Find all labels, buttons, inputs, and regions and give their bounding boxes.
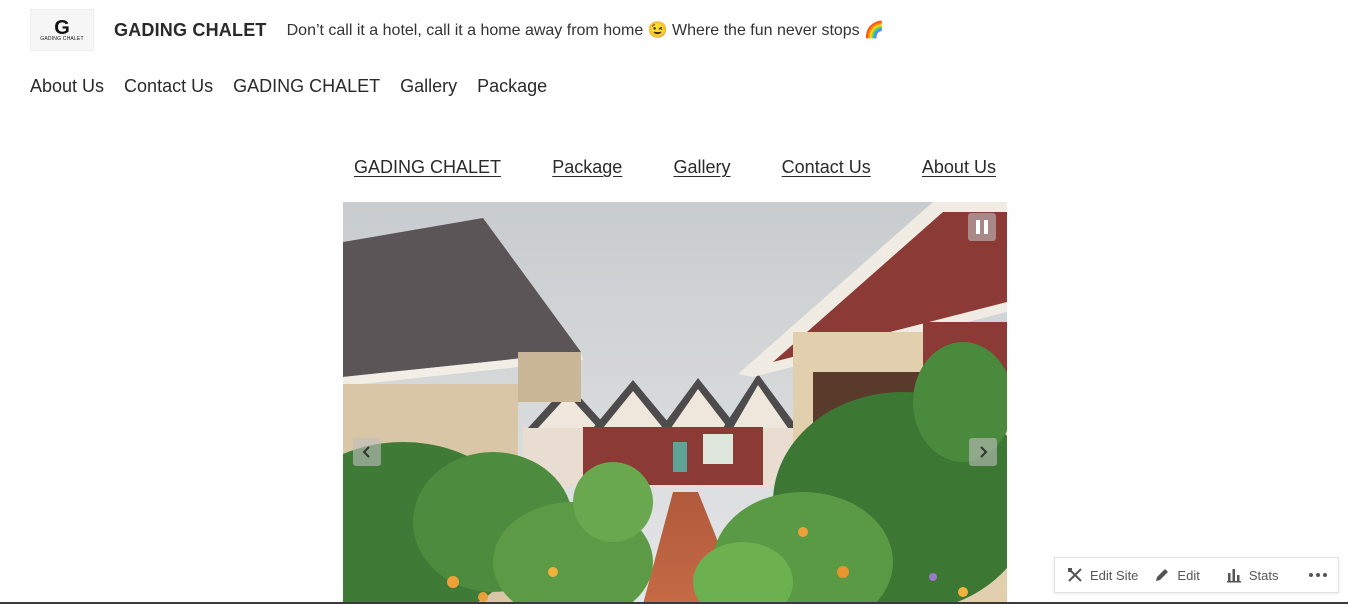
admin-toolbar: Edit Site Edit Stats bbox=[1054, 557, 1339, 593]
previous-slide-button[interactable] bbox=[353, 438, 381, 466]
site-logo[interactable]: G GADING CHALET bbox=[30, 9, 94, 51]
pause-button[interactable] bbox=[968, 213, 996, 241]
more-horizontal-icon bbox=[1309, 573, 1327, 577]
stats-button[interactable]: Stats bbox=[1226, 567, 1279, 583]
content-nav-gading-chalet[interactable]: GADING CHALET bbox=[354, 155, 501, 179]
edit-button[interactable]: Edit bbox=[1154, 567, 1200, 583]
edit-site-label: Edit Site bbox=[1090, 567, 1139, 583]
more-options-button[interactable] bbox=[1308, 572, 1328, 578]
logo-letter: G bbox=[54, 16, 70, 39]
next-slide-button[interactable] bbox=[969, 438, 997, 466]
content-nav-package[interactable]: Package bbox=[552, 155, 622, 179]
chevron-right-icon bbox=[980, 446, 988, 458]
primary-nav: About Us Contact Us GADING CHALET Galler… bbox=[30, 74, 567, 98]
edit-label: Edit bbox=[1177, 567, 1200, 583]
nav-about-us[interactable]: About Us bbox=[30, 74, 104, 98]
slide-image bbox=[343, 202, 1007, 604]
nav-gading-chalet[interactable]: GADING CHALET bbox=[233, 74, 380, 98]
chalet-slideshow[interactable] bbox=[343, 202, 1007, 604]
site-header: G GADING CHALET GADING CHALET Don’t call… bbox=[30, 9, 884, 51]
site-title[interactable]: GADING CHALET bbox=[114, 20, 267, 41]
site-tagline: Don’t call it a hotel, call it a home aw… bbox=[286, 22, 885, 39]
nav-package[interactable]: Package bbox=[477, 74, 547, 98]
pencil-icon bbox=[1156, 569, 1169, 581]
content-nav-about-us[interactable]: About Us bbox=[922, 155, 996, 179]
nav-contact-us[interactable]: Contact Us bbox=[124, 74, 213, 98]
content-nav: GADING CHALET Package Gallery Contact Us… bbox=[343, 155, 1007, 179]
edit-site-button[interactable]: Edit Site bbox=[1067, 567, 1138, 583]
stats-label: Stats bbox=[1248, 567, 1279, 583]
nav-gallery[interactable]: Gallery bbox=[400, 74, 457, 98]
content-nav-gallery[interactable]: Gallery bbox=[673, 155, 730, 179]
content-nav-contact-us[interactable]: Contact Us bbox=[782, 155, 871, 179]
logo-text: GADING CHALET bbox=[40, 35, 84, 42]
pause-icon bbox=[976, 220, 988, 234]
tools-icon bbox=[1068, 568, 1082, 582]
bar-chart-icon bbox=[1226, 569, 1241, 583]
chevron-left-icon bbox=[362, 446, 370, 458]
